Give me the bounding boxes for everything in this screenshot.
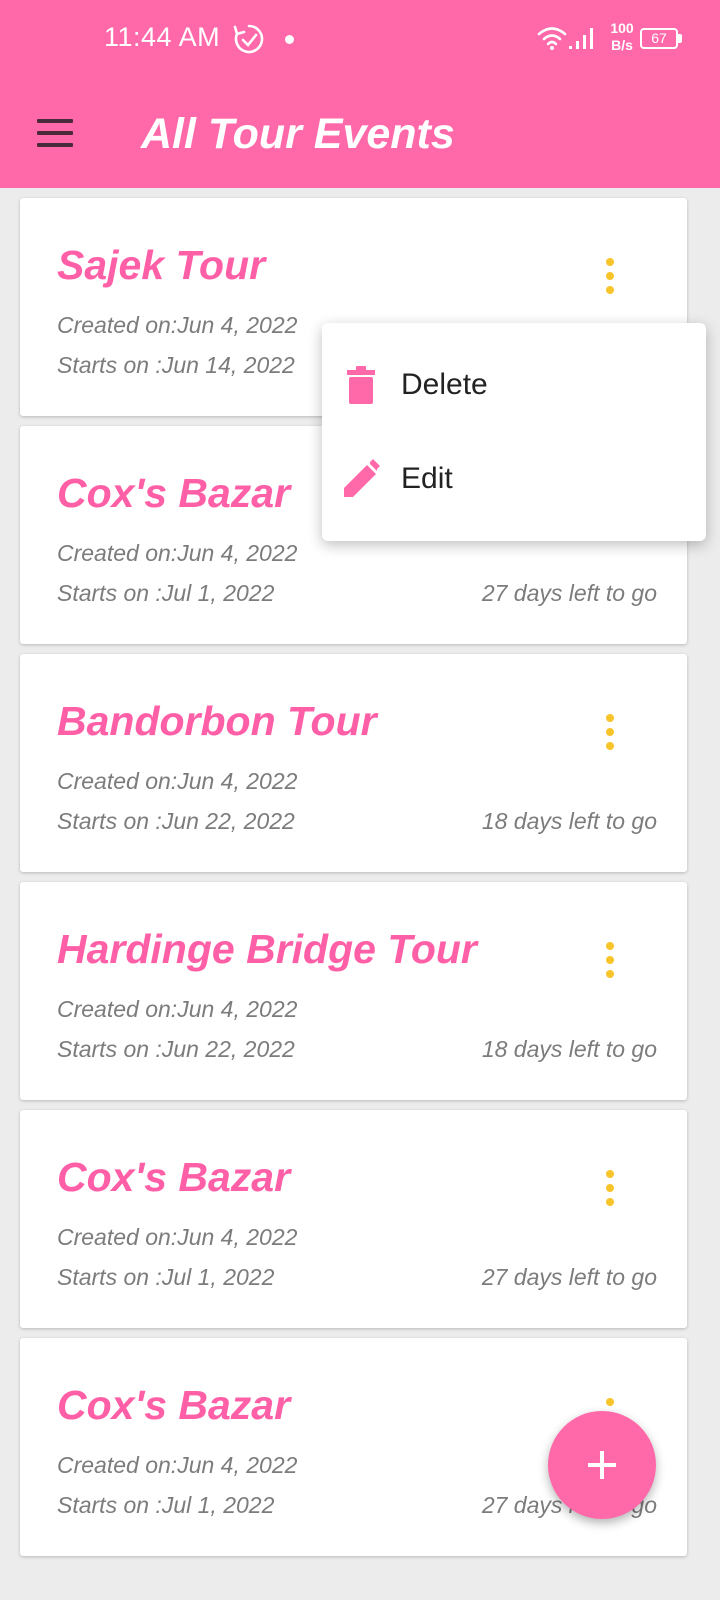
- start-date-line: Starts on : Jun 14, 2022: [57, 352, 295, 379]
- event-title: Bandorbon Tour: [57, 698, 377, 744]
- created-date-line: Created on:Jun 4, 2022: [57, 312, 297, 339]
- created-date: Jun 4, 2022: [177, 1452, 298, 1478]
- created-date-line: Created on:Jun 4, 2022: [57, 768, 297, 795]
- start-date: Jun 22, 2022: [161, 808, 295, 834]
- created-date: Jun 4, 2022: [177, 1224, 298, 1250]
- start-date: Jul 1, 2022: [161, 580, 275, 606]
- created-label: Created on:: [57, 540, 178, 566]
- pencil-icon: [344, 459, 380, 497]
- start-date-line: Starts on : Jun 22, 2022: [57, 1036, 295, 1063]
- start-date-line: Starts on : Jun 22, 2022: [57, 808, 295, 835]
- event-title: Sajek Tour: [57, 242, 266, 288]
- days-left: 27 days left to go: [481, 580, 657, 606]
- network-speed-unit: B/s: [611, 37, 633, 53]
- start-date-line: Starts on : Jul 1, 2022: [57, 1264, 274, 1291]
- event-card[interactable]: Bandorbon Tour Created on:Jun 4, 2022 St…: [20, 654, 687, 872]
- start-date-line: Starts on : Jul 1, 2022: [57, 580, 274, 607]
- days-left: 27 days left to go: [481, 1264, 657, 1290]
- edit-label: Edit: [401, 462, 453, 495]
- delete-label: Delete: [401, 368, 488, 401]
- created-label: Created on:: [57, 312, 178, 338]
- battery-tip: [678, 34, 682, 43]
- app-bar: 11:44 AM 100 B/s 67 All Tour Events: [0, 0, 720, 188]
- network-speed-value: 100: [610, 20, 634, 36]
- start-date: Jun 14, 2022: [161, 352, 295, 378]
- options-popup-menu: Delete Edit: [322, 323, 706, 541]
- event-card[interactable]: Cox's Bazar Created on:Jun 4, 2022 Start…: [20, 1110, 687, 1328]
- delete-menu-item[interactable]: Delete: [322, 339, 706, 433]
- more-options-icon[interactable]: [601, 256, 619, 296]
- created-date-line: Created on:Jun 4, 2022: [57, 1452, 297, 1479]
- more-options-icon[interactable]: [601, 1168, 619, 1208]
- page-title: All Tour Events: [141, 110, 455, 158]
- event-title: Cox's Bazar: [57, 470, 291, 516]
- created-label: Created on:: [57, 768, 178, 794]
- starts-label: Starts on :: [57, 1492, 162, 1518]
- start-date: Jul 1, 2022: [161, 1492, 275, 1518]
- days-left: 18 days left to go: [481, 808, 657, 834]
- event-title: Cox's Bazar: [57, 1154, 291, 1200]
- created-date-line: Created on:Jun 4, 2022: [57, 540, 297, 567]
- hamburger-menu-icon[interactable]: [34, 116, 76, 150]
- starts-label: Starts on :: [57, 580, 162, 606]
- status-time: 11:44 AM: [104, 22, 221, 52]
- starts-label: Starts on :: [57, 1036, 162, 1062]
- created-label: Created on:: [57, 1224, 178, 1250]
- created-date: Jun 4, 2022: [177, 768, 298, 794]
- trash-icon: [347, 366, 375, 404]
- start-date: Jul 1, 2022: [161, 1264, 275, 1290]
- battery-level: 67: [651, 30, 667, 46]
- days-left: 18 days left to go: [481, 1036, 657, 1062]
- signal-icon: [569, 28, 593, 49]
- sync-icon: [233, 24, 264, 54]
- plus-icon: [588, 1451, 616, 1479]
- wifi-icon: [537, 27, 567, 50]
- created-date-line: Created on:Jun 4, 2022: [57, 996, 297, 1023]
- notification-dot-icon: [285, 35, 294, 44]
- start-date: Jun 22, 2022: [161, 1036, 295, 1062]
- created-date: Jun 4, 2022: [177, 312, 298, 338]
- created-date: Jun 4, 2022: [177, 996, 298, 1022]
- event-card[interactable]: Hardinge Bridge Tour Created on:Jun 4, 2…: [20, 882, 687, 1100]
- status-bar: 11:44 AM 100 B/s 67: [0, 0, 720, 80]
- created-label: Created on:: [57, 1452, 178, 1478]
- starts-label: Starts on :: [57, 1264, 162, 1290]
- created-date-line: Created on:Jun 4, 2022: [57, 1224, 297, 1251]
- battery-icon: 67: [640, 28, 678, 49]
- start-date-line: Starts on : Jul 1, 2022: [57, 1492, 274, 1519]
- created-label: Created on:: [57, 996, 178, 1022]
- more-options-icon[interactable]: [601, 712, 619, 752]
- network-speed: 100 B/s: [604, 20, 640, 54]
- starts-label: Starts on :: [57, 808, 162, 834]
- add-event-button[interactable]: [548, 1411, 656, 1519]
- more-options-icon[interactable]: [601, 940, 619, 980]
- created-date: Jun 4, 2022: [177, 540, 298, 566]
- starts-label: Starts on :: [57, 352, 162, 378]
- event-title: Cox's Bazar: [57, 1382, 291, 1428]
- event-title: Hardinge Bridge Tour: [57, 926, 477, 972]
- edit-menu-item[interactable]: Edit: [322, 433, 706, 527]
